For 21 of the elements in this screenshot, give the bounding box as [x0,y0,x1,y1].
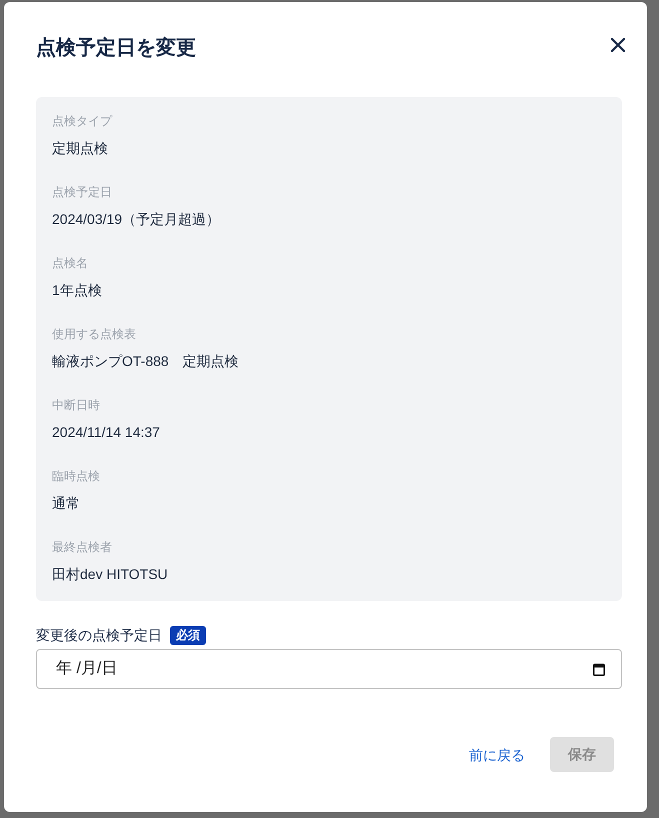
field-label: 変更後の点検予定日 [36,626,162,645]
detail-value: 田村dev HITOTSU [52,565,169,584]
detail-label: 点検予定日 [52,184,113,200]
detail-label: 点検名 [52,255,89,271]
close-icon [611,38,625,52]
back-link[interactable]: 前に戻る [469,744,525,764]
detail-label: 点検タイプ [52,113,114,129]
detail-value: 定期点検 [52,139,109,158]
date-input-field[interactable]: 年 /月/日 [36,649,622,689]
detail-value: 1年点検 [52,281,103,300]
detail-value: 輸液ポンプOT-888 定期点検 [52,352,240,371]
detail-label: 使用する点検表 [52,326,137,342]
detail-value: 2024/11/14 14:37 [52,423,161,442]
required-badge: 必須 [170,626,206,644]
detail-value: 通常 [52,494,81,513]
detail-label: 臨時点検 [52,468,101,484]
detail-label: 最終点検者 [52,539,113,555]
detail-value: 2024/03/19（予定月超過） [52,210,222,229]
detail-label: 中断日時 [52,397,101,413]
dialog-title: 点検予定日を変更 [36,36,196,60]
calendar-icon[interactable] [593,663,605,676]
